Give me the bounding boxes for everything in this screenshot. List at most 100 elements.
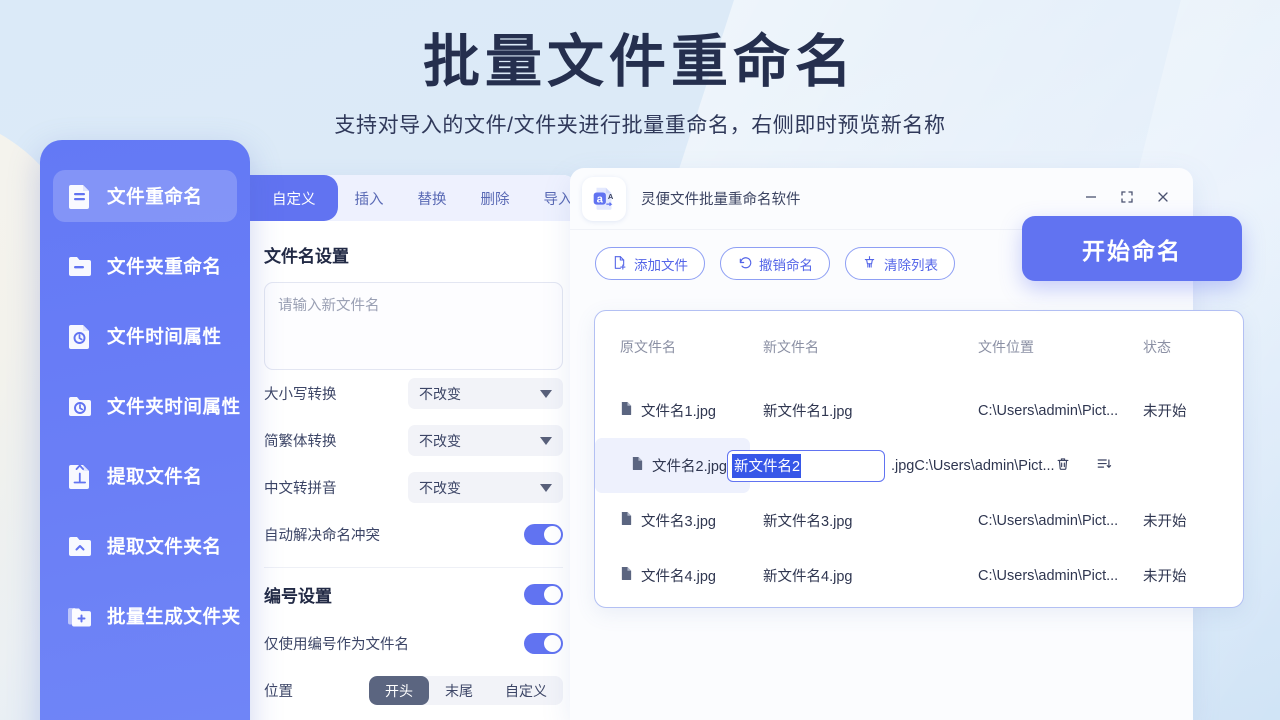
file-location: C:\Users\admin\Pict... xyxy=(978,568,1143,584)
clear-list-button[interactable]: 清除列表 xyxy=(845,247,955,280)
new-filename-input[interactable]: 请输入新文件名 xyxy=(264,282,563,370)
hero-header: 批量文件重命名 支持对导入的文件/文件夹进行批量重命名，右侧即时预览新名称 xyxy=(0,0,1280,139)
position-option-end[interactable]: 末尾 xyxy=(429,676,489,705)
number-section-row: 编号设置 xyxy=(264,568,563,620)
table-row[interactable]: 文件名1.jpg 新文件名1.jpg C:\Users\admin\Pict..… xyxy=(595,383,1243,438)
header-status: 状态 xyxy=(1143,337,1233,357)
position-label: 位置 xyxy=(264,680,369,701)
undo-icon xyxy=(737,255,752,273)
start-rename-button[interactable]: 开始命名 xyxy=(1022,216,1242,281)
sidebar-item-create-folders[interactable]: 批量生成文件夹 xyxy=(53,590,237,642)
file-list-table: 原文件名 新文件名 文件位置 状态 文件名1.jpg 新文件名1.jpg C:\… xyxy=(594,310,1244,608)
page-title: 批量文件重命名 xyxy=(0,30,1280,96)
table-row[interactable]: 文件名2.jpg 新文件名2 .jpg C:\Users\admin\Pict.… xyxy=(595,438,750,493)
case-conversion-row: 大小写转换 不改变 xyxy=(264,370,563,417)
row-actions xyxy=(1055,456,1112,476)
header-new-name: 新文件名 xyxy=(763,337,978,357)
file-rename-icon xyxy=(66,182,94,210)
window-controls xyxy=(1083,189,1193,209)
position-row: 位置 开头 末尾 自定义 xyxy=(264,667,563,714)
file-extract-icon xyxy=(66,462,94,490)
auto-conflict-toggle[interactable] xyxy=(524,524,563,545)
simplified-traditional-label: 简繁体转换 xyxy=(264,430,408,451)
case-conversion-select[interactable]: 不改变 xyxy=(408,378,563,409)
file-icon xyxy=(620,511,633,530)
sidebar-item-extract-foldername[interactable]: 提取文件夹名 xyxy=(53,520,237,572)
position-segmented-control: 开头 末尾 自定义 xyxy=(369,676,563,705)
app-logo-icon: a A xyxy=(582,177,626,221)
only-number-row: 仅使用编号作为文件名 xyxy=(264,620,563,667)
trash-icon[interactable] xyxy=(1055,456,1071,476)
pinyin-conversion-select[interactable]: 不改变 xyxy=(408,472,563,503)
sidebar-item-label: 文件时间属性 xyxy=(107,323,222,349)
file-icon xyxy=(620,401,633,420)
header-location: 文件位置 xyxy=(978,337,1143,357)
sidebar-item-file-time[interactable]: 文件时间属性 xyxy=(53,310,237,362)
original-name: 文件名3.jpg xyxy=(641,510,716,531)
simplified-traditional-value: 不改变 xyxy=(419,431,461,451)
pinyin-conversion-label: 中文转拼音 xyxy=(264,477,408,498)
file-icon xyxy=(631,456,644,475)
minimize-icon[interactable] xyxy=(1083,189,1099,209)
file-clock-icon xyxy=(66,322,94,350)
svg-text:a: a xyxy=(597,193,604,205)
sidebar-item-file-rename[interactable]: 文件重命名 xyxy=(53,170,237,222)
file-location: C:\Users\admin\Pict... xyxy=(978,403,1143,419)
new-name[interactable]: 新文件名1.jpg xyxy=(763,400,978,421)
sidebar-item-label: 批量生成文件夹 xyxy=(107,603,241,629)
tab-replace[interactable]: 替换 xyxy=(401,175,464,221)
new-name[interactable]: 新文件名3.jpg xyxy=(763,510,978,531)
svg-text:A: A xyxy=(608,192,614,201)
clear-list-label: 清除列表 xyxy=(884,254,938,274)
chevron-down-icon xyxy=(540,390,552,398)
page-subtitle: 支持对导入的文件/文件夹进行批量重命名，右侧即时预览新名称 xyxy=(0,109,1280,139)
file-icon xyxy=(620,566,633,585)
folder-clock-icon xyxy=(66,392,94,420)
tab-custom[interactable]: 自定义 xyxy=(250,175,338,221)
undo-rename-button[interactable]: 撤销命名 xyxy=(720,247,830,280)
filename-section-title: 文件名设置 xyxy=(264,242,577,267)
position-option-custom[interactable]: 自定义 xyxy=(489,676,563,705)
sidebar-item-folder-rename[interactable]: 文件夹重命名 xyxy=(53,240,237,292)
pinyin-conversion-value: 不改变 xyxy=(419,478,461,498)
simplified-traditional-row: 简繁体转换 不改变 xyxy=(264,417,563,464)
sidebar-item-folder-time[interactable]: 文件夹时间属性 xyxy=(53,380,237,432)
folder-rename-icon xyxy=(66,252,94,280)
sidebar-item-label: 文件重命名 xyxy=(107,183,203,209)
position-option-start[interactable]: 开头 xyxy=(369,676,429,705)
list-sort-icon[interactable] xyxy=(1096,456,1112,476)
undo-rename-label: 撤销命名 xyxy=(759,254,813,274)
broom-icon xyxy=(862,255,877,273)
sidebar-item-label: 提取文件名 xyxy=(107,463,203,489)
sidebar-item-label: 文件夹重命名 xyxy=(107,253,222,279)
file-location: C:\Users\admin\Pict... xyxy=(914,458,1054,474)
status-badge: 未开始 xyxy=(1143,400,1233,421)
sidebar-item-extract-filename[interactable]: 提取文件名 xyxy=(53,450,237,502)
table-row[interactable]: 文件名4.jpg 新文件名4.jpg C:\Users\admin\Pict..… xyxy=(595,548,1243,603)
table-header-row: 原文件名 新文件名 文件位置 状态 xyxy=(595,311,1243,383)
close-icon[interactable] xyxy=(1155,189,1171,209)
folder-extract-icon xyxy=(66,532,94,560)
tab-delete[interactable]: 删除 xyxy=(464,175,527,221)
only-number-toggle[interactable] xyxy=(524,633,563,654)
number-section-toggle[interactable] xyxy=(524,584,563,605)
rename-input[interactable]: 新文件名2 xyxy=(727,450,885,482)
add-file-label: 添加文件 xyxy=(634,254,688,274)
maximize-icon[interactable] xyxy=(1119,189,1135,209)
simplified-traditional-select[interactable]: 不改变 xyxy=(408,425,563,456)
table-row[interactable]: 文件名3.jpg 新文件名3.jpg C:\Users\admin\Pict..… xyxy=(595,493,1243,548)
case-conversion-label: 大小写转换 xyxy=(264,383,408,404)
sidebar: 文件重命名 文件夹重命名 文件时间属性 xyxy=(40,140,250,720)
add-file-button[interactable]: 添加文件 xyxy=(595,247,705,280)
chevron-down-icon xyxy=(540,484,552,492)
rename-input-value: 新文件名2 xyxy=(732,454,801,478)
settings-tabs: 自定义 插入 替换 删除 导入 xyxy=(250,175,577,221)
new-name[interactable]: 新文件名4.jpg xyxy=(763,565,978,586)
add-file-icon xyxy=(612,255,627,273)
number-section-title: 编号设置 xyxy=(264,582,524,607)
status-badge: 未开始 xyxy=(1143,565,1233,586)
file-extension: .jpg xyxy=(891,458,914,474)
header-original-name: 原文件名 xyxy=(595,337,763,357)
settings-panel: 自定义 插入 替换 删除 导入 文件名设置 请输入新文件名 大小写转换 不改变 … xyxy=(250,175,577,720)
tab-insert[interactable]: 插入 xyxy=(338,175,401,221)
